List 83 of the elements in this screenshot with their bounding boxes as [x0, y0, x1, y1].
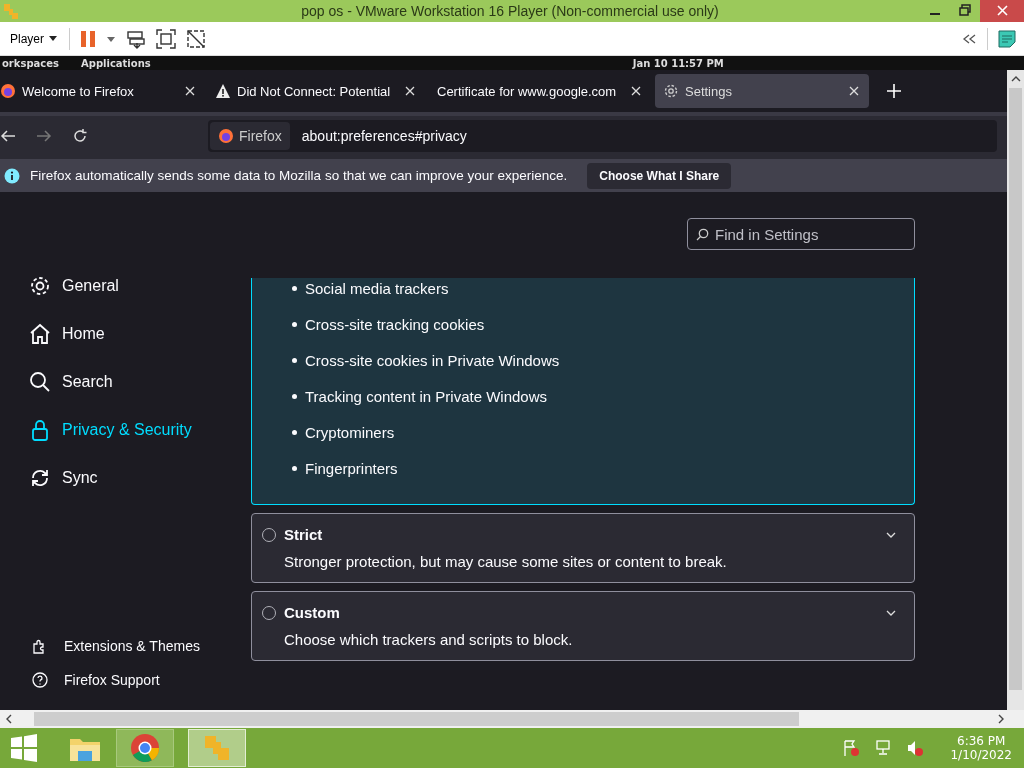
browser-tab[interactable]: Did Not Connect: Potential	[209, 74, 425, 108]
close-tab-icon[interactable]	[631, 86, 641, 96]
vmware-icon	[202, 733, 232, 763]
sidebar-link[interactable]: Extensions & Themes	[28, 638, 251, 654]
pause-icon[interactable]	[80, 29, 96, 48]
info-icon	[4, 167, 20, 184]
blocked-item: Cryptominers	[305, 423, 395, 441]
option-description: Stronger protection, but may cause some sites or content to break.	[283, 553, 728, 570]
fullscreen-icon[interactable]	[156, 28, 176, 49]
url-text: about:preferences#privacy	[301, 128, 467, 144]
caret-icon	[49, 36, 57, 41]
clock: Jan 10 11:57 PM	[632, 57, 724, 69]
bullet-icon	[292, 321, 297, 327]
sidebar-item[interactable]: Search	[28, 370, 251, 394]
sidebar-item[interactable]: Sync	[28, 466, 251, 490]
firefox-icon	[218, 128, 234, 144]
forward-icon[interactable]	[36, 129, 52, 143]
notification-text: Firefox automatically sends some data to Mozilla so that we can improve your experience.	[30, 168, 568, 183]
window-title: pop os - VMware Workstation 16 Player (Non-commercial use only)	[300, 3, 720, 19]
close-tab-icon[interactable]	[405, 86, 415, 96]
bullet-icon	[292, 393, 297, 399]
search-icon	[28, 370, 52, 394]
chevron-icon[interactable]	[886, 609, 896, 616]
settings-icon	[663, 83, 679, 99]
browser-tab[interactable]: Settings	[655, 74, 869, 108]
collapse-icon[interactable]	[961, 32, 977, 45]
notes-icon[interactable]	[998, 29, 1016, 48]
chevron-icon[interactable]	[886, 531, 896, 538]
warning-icon	[215, 83, 231, 99]
player-menu[interactable]: Player	[8, 31, 59, 46]
taskbar-date: 1/10/2022	[950, 748, 1012, 762]
home-icon	[28, 322, 52, 346]
send-keys-icon[interactable]	[126, 28, 146, 49]
blocked-item: Fingerprinters	[305, 459, 398, 477]
browser-tab[interactable]: Certificate for www.google.com	[429, 74, 651, 108]
windows-start-icon[interactable]	[10, 734, 38, 762]
close-tab-icon[interactable]	[185, 86, 195, 96]
taskbar-button[interactable]	[116, 729, 174, 767]
bullet-icon	[292, 429, 297, 435]
blocked-item: Tracking content in Private Windows	[305, 387, 548, 405]
back-icon[interactable]	[0, 129, 16, 143]
blocked-item: Cross-site cookies in Private Windows	[305, 351, 560, 369]
address-bar[interactable]: Firefox about:preferences#privacy	[208, 120, 997, 152]
bullet-icon	[292, 357, 297, 363]
blocked-item: Cross-site tracking cookies	[305, 315, 485, 333]
search-field[interactable]: Find in Settings	[687, 218, 915, 250]
option-label: Strict	[284, 526, 323, 543]
speaker-muted-icon[interactable]	[906, 739, 925, 757]
identity-badge[interactable]: Firefox	[210, 122, 290, 150]
logo-icon	[2, 2, 20, 20]
sidebar-item[interactable]: Privacy & Security	[28, 418, 251, 442]
browser-tab[interactable]: Welcome to Firefox	[0, 74, 205, 108]
blocked-item: Social media trackers	[305, 279, 449, 297]
new-tab-icon[interactable]	[887, 84, 901, 98]
taskbar-time: 6:36 PM	[957, 734, 1006, 748]
dropdown-arrow-icon[interactable]	[106, 34, 116, 43]
scroll-up-icon[interactable]	[1010, 76, 1021, 82]
gear-icon	[28, 274, 52, 298]
close-tab-icon[interactable]	[849, 86, 859, 96]
horizontal-scrollbar[interactable]	[0, 710, 1024, 728]
reload-icon[interactable]	[72, 128, 88, 144]
unity-icon[interactable]	[186, 28, 206, 49]
topbar-menu[interactable]: orkspaces	[2, 57, 59, 69]
chrome-icon	[130, 733, 160, 763]
search-icon	[696, 228, 709, 241]
close-button[interactable]	[980, 0, 1024, 22]
scroll-left-icon[interactable]	[6, 714, 12, 724]
bullet-icon	[292, 465, 297, 471]
scroll-right-icon[interactable]	[998, 714, 1004, 724]
firefox-icon	[0, 83, 16, 99]
option-description: Choose which trackers and scripts to block.	[283, 631, 574, 648]
sidebar-link[interactable]: Firefox Support	[28, 672, 251, 688]
help-icon	[32, 672, 48, 688]
vertical-scrollbar[interactable]	[1007, 70, 1024, 710]
topbar-menu[interactable]: Applications	[81, 57, 151, 69]
sidebar-item[interactable]: Home	[28, 322, 251, 346]
option-label: Custom	[284, 604, 340, 621]
sidebar-item[interactable]: General	[28, 274, 251, 298]
option-card[interactable]: Custom Choose which trackers and scripts to block.	[251, 591, 915, 661]
flag-warning-icon[interactable]	[842, 739, 861, 757]
choose-button[interactable]: Choose What I Share	[587, 162, 732, 189]
bullet-icon	[292, 285, 297, 291]
option-card[interactable]: Strict Stronger protection, but may cause some sites or content to break.	[251, 513, 915, 583]
